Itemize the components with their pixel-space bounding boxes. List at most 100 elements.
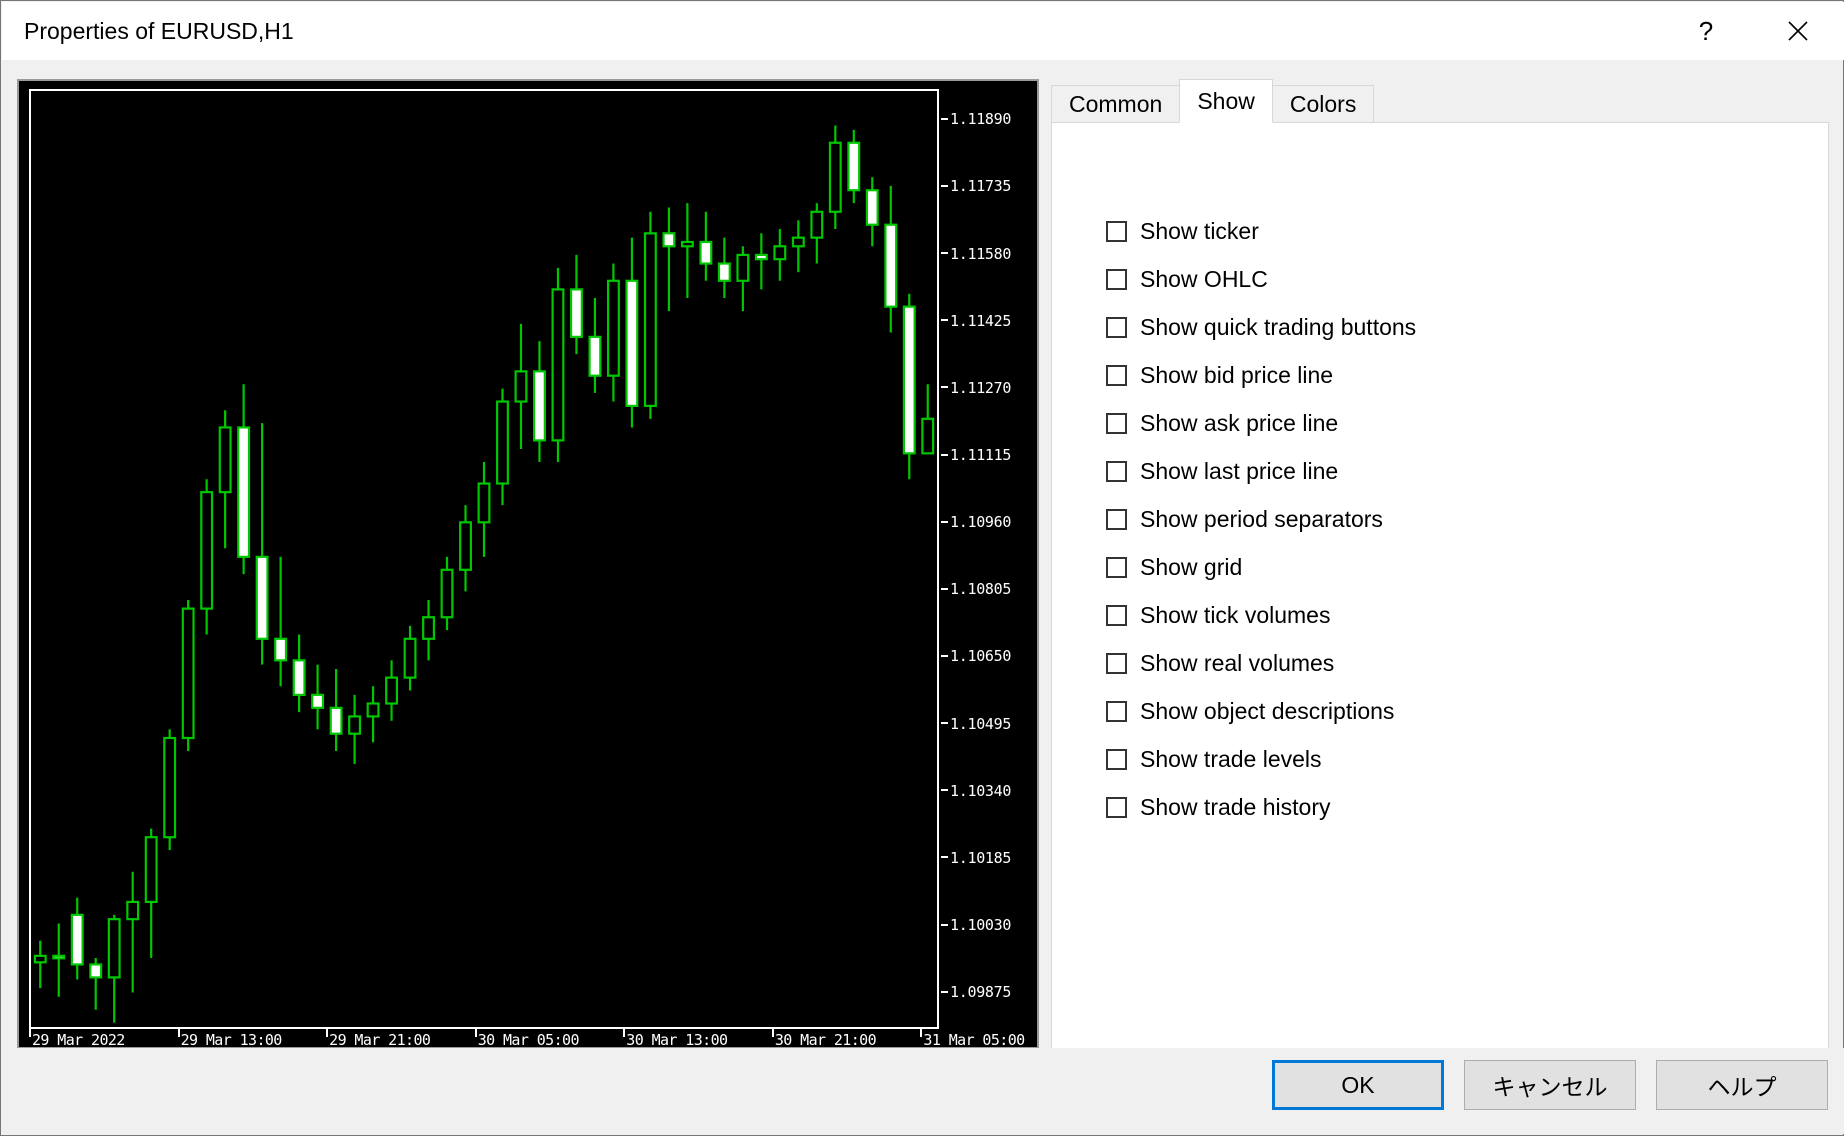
checkbox-show-ask-price-line[interactable] xyxy=(1106,412,1127,434)
button-label: OK xyxy=(1341,1071,1375,1098)
price-axis-tick: 1.10805 xyxy=(941,580,1011,598)
price-axis-tick: 1.10960 xyxy=(941,513,1011,531)
price-axis-tick: 1.10340 xyxy=(941,782,1011,800)
checkbox-show-bid-price-line[interactable] xyxy=(1106,364,1127,386)
candle-body-bullish xyxy=(440,568,454,619)
checkbox-show-trade-levels[interactable] xyxy=(1106,748,1127,770)
candle-body-bullish xyxy=(348,715,362,735)
chart-preview-panel: 1.11890 1.11735 1.11580 1.11425 1.11270 1.111… xyxy=(17,79,1039,1049)
checkbox-show-grid[interactable] xyxy=(1106,556,1127,578)
checkbox-show-last-price-line[interactable] xyxy=(1106,460,1127,482)
candle-body-bullish xyxy=(773,245,787,261)
checkbox-label: Show tick volumes xyxy=(1140,601,1331,628)
checkbox-row-show-bid-price-line[interactable]: Show bid price line xyxy=(1106,351,1796,399)
price-axis-tick: 1.11425 xyxy=(941,312,1011,330)
candle-body-bearish xyxy=(292,659,306,696)
candlestick xyxy=(366,686,380,743)
price-axis-label: 1.11890 xyxy=(950,110,1012,129)
price-axis-label: 1.10030 xyxy=(950,916,1012,935)
cancel-button[interactable]: キャンセル xyxy=(1464,1060,1636,1110)
ok-button[interactable]: OK xyxy=(1272,1060,1444,1110)
price-axis-tick: 1.10030 xyxy=(941,916,1011,934)
checkbox-label: Show OHLC xyxy=(1140,265,1268,292)
checkbox-row-show-object-descriptions[interactable]: Show object descriptions xyxy=(1106,687,1796,735)
price-axis-label: 1.11580 xyxy=(950,244,1012,263)
candle-body-bullish xyxy=(551,288,565,442)
checkbox-row-show-real-volumes[interactable]: Show real volumes xyxy=(1106,639,1796,687)
candle-body-bullish xyxy=(514,370,528,403)
tab-common[interactable]: Common xyxy=(1051,85,1181,123)
checkbox-row-show-ohlc[interactable]: Show OHLC xyxy=(1106,255,1796,303)
tab-label: Colors xyxy=(1289,91,1357,117)
candlestick xyxy=(810,203,824,264)
price-axis-label: 1.11425 xyxy=(950,311,1012,330)
tab-colors[interactable]: Colors xyxy=(1271,85,1375,123)
candle-body-bearish xyxy=(865,189,879,226)
price-axis-label: 1.11115 xyxy=(950,446,1012,465)
checkbox-show-trade-history[interactable] xyxy=(1106,796,1127,818)
candle-body-bearish xyxy=(588,335,602,377)
price-axis-label: 1.10650 xyxy=(950,647,1012,666)
candlestick xyxy=(699,211,713,281)
axis-tick-mark xyxy=(941,654,948,657)
price-axis-tick: 1.11890 xyxy=(941,110,1011,128)
help-button[interactable]: ? xyxy=(1660,2,1752,60)
help-button-footer[interactable]: ヘルプ xyxy=(1656,1060,1828,1110)
time-axis-label: 31 Mar 05:00 xyxy=(923,1031,1025,1049)
checkbox-show-tick-volumes[interactable] xyxy=(1106,604,1127,626)
candle-body-bullish xyxy=(828,141,842,213)
checkbox-row-show-period-separators[interactable]: Show period separators xyxy=(1106,495,1796,543)
price-axis-label: 1.10960 xyxy=(950,513,1012,532)
candle-body-bullish xyxy=(496,400,509,485)
price-axis-tick: 1.11270 xyxy=(941,379,1011,397)
tab-show[interactable]: Show xyxy=(1179,79,1273,123)
settings-panel: Common Show Colors Show ticker Show OHLC Sho… xyxy=(1051,79,1829,1049)
candlestick xyxy=(70,897,84,980)
checkbox-row-show-trade-history[interactable]: Show trade history xyxy=(1106,783,1796,831)
axis-tick-mark xyxy=(941,722,948,725)
tab-strip: Common Show Colors xyxy=(1051,79,1375,123)
candle-body-bullish xyxy=(459,521,472,571)
candlestick xyxy=(181,599,195,751)
checkbox-show-object-descriptions[interactable] xyxy=(1106,700,1127,722)
axis-tick-mark xyxy=(941,386,948,389)
checkbox-row-show-grid[interactable]: Show grid xyxy=(1106,543,1796,591)
candle-body-bullish xyxy=(680,240,694,248)
checkbox-row-show-ticker[interactable]: Show ticker xyxy=(1106,207,1796,255)
candlestick xyxy=(773,229,787,281)
checkbox-row-show-tick-volumes[interactable]: Show tick volumes xyxy=(1106,591,1796,639)
price-axis-label: 1.11735 xyxy=(950,177,1012,196)
time-axis-label: 29 Mar 2022 xyxy=(32,1031,125,1049)
candlestick xyxy=(477,461,491,557)
title-bar-buttons: ? xyxy=(1660,2,1844,60)
candlestick xyxy=(496,388,509,506)
candle-body-bearish xyxy=(884,223,898,308)
candle-body-bearish xyxy=(237,426,251,558)
checkbox-show-period-separators[interactable] xyxy=(1106,508,1127,530)
time-axis-tick: 29 Mar 2022 xyxy=(29,1029,125,1049)
candle-body-bearish xyxy=(255,555,269,640)
time-axis-tick: 29 Mar 13:00 xyxy=(177,1029,282,1049)
candlestick xyxy=(126,871,140,993)
candlestick xyxy=(828,125,842,230)
price-axis-label: 1.10495 xyxy=(950,714,1012,733)
price-axis-tick: 1.11735 xyxy=(941,177,1011,195)
checkbox-row-show-ask-price-line[interactable]: Show ask price line xyxy=(1106,399,1796,447)
candlestick xyxy=(921,384,935,455)
time-axis-label: 30 Mar 21:00 xyxy=(774,1031,877,1049)
candlestick xyxy=(311,664,325,730)
checkbox-show-ohlc[interactable] xyxy=(1106,268,1127,290)
checkbox-row-show-last-price-line[interactable]: Show last price line xyxy=(1106,447,1796,495)
close-button[interactable] xyxy=(1752,2,1844,60)
time-axis-label: 30 Mar 13:00 xyxy=(626,1031,728,1049)
checkbox-label: Show quick trading buttons xyxy=(1140,313,1417,340)
candlestick xyxy=(89,957,103,1010)
checkbox-show-real-volumes[interactable] xyxy=(1106,652,1127,674)
candle-body-bullish xyxy=(477,482,491,524)
checkbox-row-show-quick-trading-buttons[interactable]: Show quick trading buttons xyxy=(1106,303,1796,351)
checkbox-show-ticker[interactable] xyxy=(1106,220,1127,242)
axis-tick-mark xyxy=(941,117,948,120)
candle-body-bullish xyxy=(200,491,214,610)
checkbox-row-show-trade-levels[interactable]: Show trade levels xyxy=(1106,735,1796,783)
checkbox-show-quick-trading-buttons[interactable] xyxy=(1106,316,1127,338)
